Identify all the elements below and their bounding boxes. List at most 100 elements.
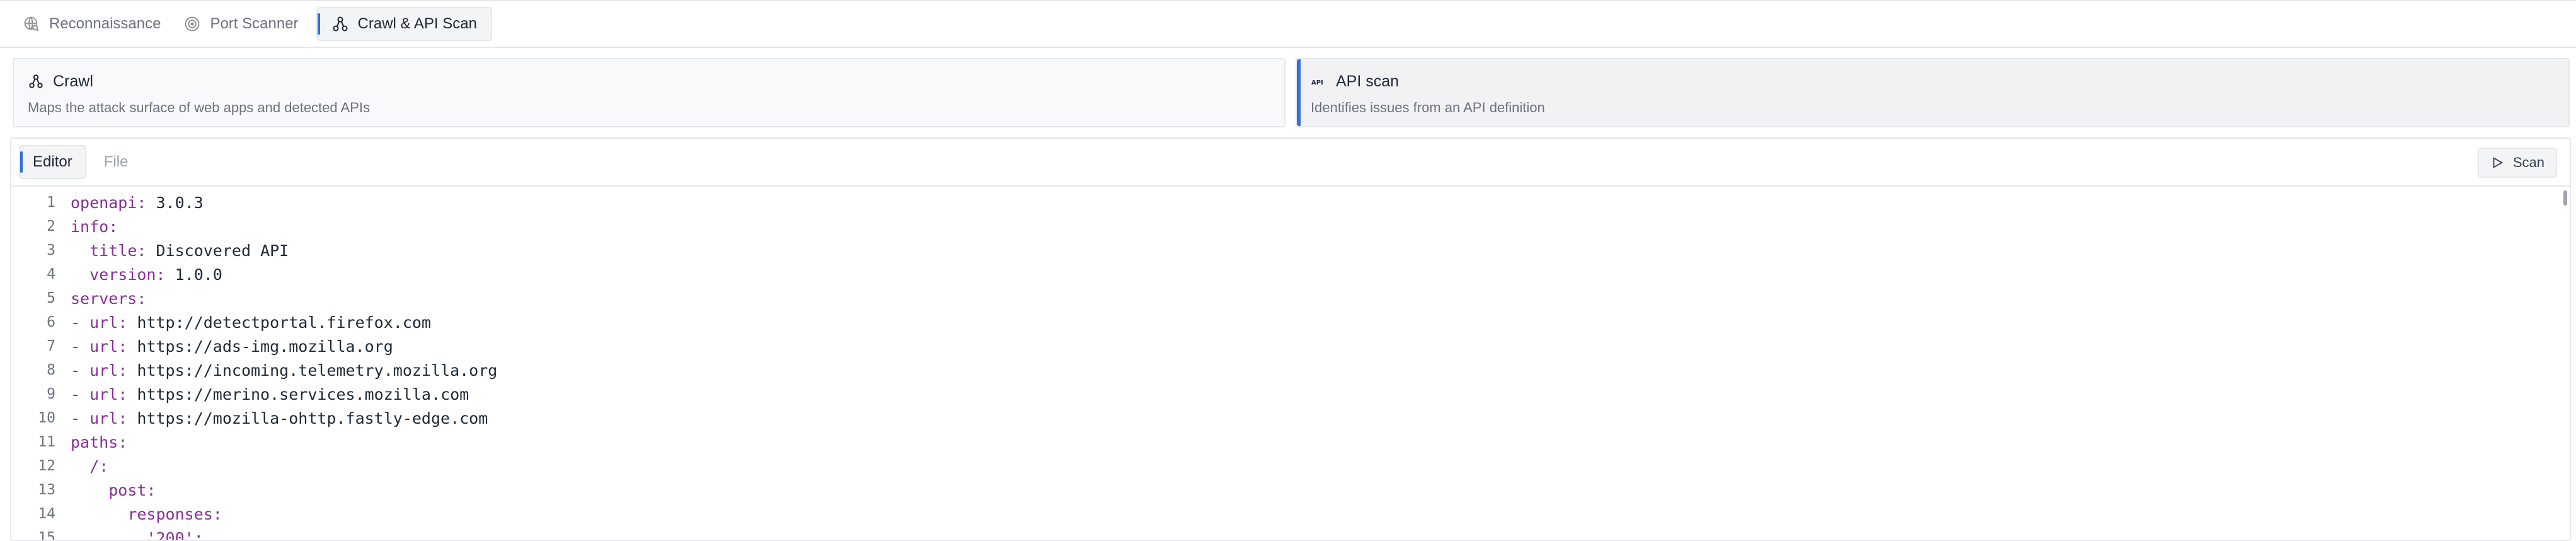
api-icon: API xyxy=(1311,73,1327,90)
code-line: 8 - url: https://incoming.telemetry.mozil… xyxy=(11,358,2557,382)
line-number: 7 xyxy=(47,338,55,354)
nodes-icon xyxy=(331,15,349,33)
card-title-row: API API scan xyxy=(1311,71,2555,92)
code-content: info: xyxy=(71,217,118,236)
code-line: 5 servers: xyxy=(11,286,2557,310)
tab-crawl-api-scan[interactable]: Crawl & API Scan xyxy=(316,7,492,41)
yaml-dash: - xyxy=(71,313,90,332)
yaml-value: 3.0.3 xyxy=(156,193,204,212)
api-icon-text: API xyxy=(1311,79,1323,86)
yaml-value: https://merino.services.mozilla.com xyxy=(137,385,469,404)
code-line: 11 paths: xyxy=(11,430,2557,454)
card-title-row: Crawl xyxy=(28,71,1270,92)
line-number: 8 xyxy=(47,362,55,378)
code-editor[interactable]: 1 openapi: 3.0.3 2 info: 3 title: Discovered… xyxy=(11,187,2557,540)
line-number: 11 xyxy=(38,434,55,450)
code-line: 6 - url: http://detectportal.firefox.com xyxy=(11,310,2557,334)
editor-toolbar: Editor File Scan xyxy=(11,139,2570,187)
yaml-key: / xyxy=(89,457,100,475)
yaml-value: https://incoming.telemetry.mozilla.org xyxy=(137,361,498,380)
yaml-value: https://ads-img.mozilla.org xyxy=(137,337,393,356)
line-number: 1 xyxy=(47,194,55,211)
code-content: - url: https://ads-img.mozilla.org xyxy=(71,337,393,356)
code-content: - url: http://detectportal.firefox.com xyxy=(71,313,431,332)
code-line: 1 openapi: 3.0.3 xyxy=(11,190,2557,214)
yaml-key: responses xyxy=(127,504,213,523)
yaml-key: info xyxy=(71,217,109,236)
yaml-dash: - xyxy=(71,409,90,428)
play-icon xyxy=(2490,156,2504,170)
code-content: - url: https://incoming.telemetry.mozill… xyxy=(71,361,498,380)
card-description: Maps the attack surface of web apps and … xyxy=(28,100,370,115)
yaml-value: Discovered API xyxy=(156,241,289,260)
yaml-key: version xyxy=(89,265,156,284)
yaml-dash: - xyxy=(71,385,90,404)
code-content: - url: https://merino.services.mozilla.c… xyxy=(71,385,469,404)
yaml-key: paths xyxy=(71,433,118,451)
scan-type-api-card[interactable]: API API scan Identifies issues from an A… xyxy=(1296,58,2570,127)
line-number: 5 xyxy=(47,290,55,306)
line-number: 10 xyxy=(38,410,55,426)
yaml-key: url xyxy=(89,337,118,356)
card-title: Crawl xyxy=(53,72,93,90)
code-content: paths: xyxy=(71,433,128,451)
yaml-key: servers xyxy=(71,289,137,308)
card-description: Identifies issues from an API definition xyxy=(1311,100,1545,115)
editor-scrollbar[interactable] xyxy=(2563,190,2567,206)
code-line: 10 - url: https://mozilla-ohttp.fastly-ed… xyxy=(11,406,2557,430)
yaml-key: url xyxy=(89,313,118,332)
code-content: /: xyxy=(89,457,109,475)
code-line: 2 info: xyxy=(11,214,2557,238)
code-line: 7 - url: https://ads-img.mozilla.org xyxy=(11,334,2557,358)
tab-label: Crawl & API Scan xyxy=(357,15,477,32)
code-line: 15 '200': xyxy=(11,526,2557,540)
tab-label: Port Scanner xyxy=(210,15,299,32)
line-number: 13 xyxy=(38,482,55,498)
code-content: responses: xyxy=(127,504,222,523)
line-number: 12 xyxy=(38,458,55,474)
yaml-value: http://detectportal.firefox.com xyxy=(137,313,431,332)
card-title: API scan xyxy=(1336,72,1400,90)
code-content: title: Discovered API xyxy=(89,241,289,260)
line-number: 4 xyxy=(47,266,55,282)
code-line: 4 version: 1.0.0 xyxy=(11,262,2557,286)
tab-port-scanner[interactable]: Port Scanner xyxy=(178,7,312,41)
target-icon xyxy=(183,15,201,33)
scan-type-crawl-card[interactable]: Crawl Maps the attack surface of web app… xyxy=(13,58,1285,127)
yaml-dash: - xyxy=(71,361,90,380)
yaml-key: url xyxy=(89,409,118,428)
line-number: 15 xyxy=(38,530,55,540)
line-number: 2 xyxy=(47,218,55,235)
tab-reconnaissance[interactable]: Reconnaissance xyxy=(18,7,175,41)
yaml-value: 1.0.0 xyxy=(175,265,222,284)
code-content: post: xyxy=(108,480,156,499)
line-number: 6 xyxy=(47,314,55,330)
line-number: 9 xyxy=(47,386,55,402)
tab-label: Reconnaissance xyxy=(49,15,161,32)
top-tab-bar: Reconnaissance Port Scanner Crawl & API … xyxy=(0,0,2576,48)
code-line: 13 post: xyxy=(11,478,2557,502)
code-content: version: 1.0.0 xyxy=(89,265,222,284)
definition-panel: Editor File Scan 1 openapi: 3.0.3 2 info: 3 … xyxy=(10,137,2571,541)
yaml-key: url xyxy=(89,361,118,380)
yaml-key: '200' xyxy=(146,528,194,540)
line-number: 14 xyxy=(38,506,55,522)
tab-file[interactable]: File xyxy=(91,145,141,179)
yaml-key: post xyxy=(108,480,147,499)
code-line: 14 responses: xyxy=(11,502,2557,526)
yaml-key: url xyxy=(89,385,118,404)
scan-button-label: Scan xyxy=(2512,154,2544,170)
yaml-value: https://mozilla-ohttp.fastly-edge.com xyxy=(137,409,488,428)
line-number: 3 xyxy=(47,242,55,259)
code-content: '200': xyxy=(71,528,203,540)
code-content: servers: xyxy=(71,289,147,308)
yaml-dash: - xyxy=(71,337,90,356)
code-content: - url: https://mozilla-ohttp.fastly-edge… xyxy=(71,409,488,428)
nodes-icon xyxy=(28,73,44,90)
code-content: openapi: 3.0.3 xyxy=(71,193,204,212)
globe-search-icon xyxy=(23,15,40,33)
yaml-key: openapi xyxy=(71,193,137,212)
scan-button[interactable]: Scan xyxy=(2477,148,2557,178)
tab-editor[interactable]: Editor xyxy=(19,145,86,179)
code-line: 9 - url: https://merino.services.mozilla.… xyxy=(11,382,2557,406)
